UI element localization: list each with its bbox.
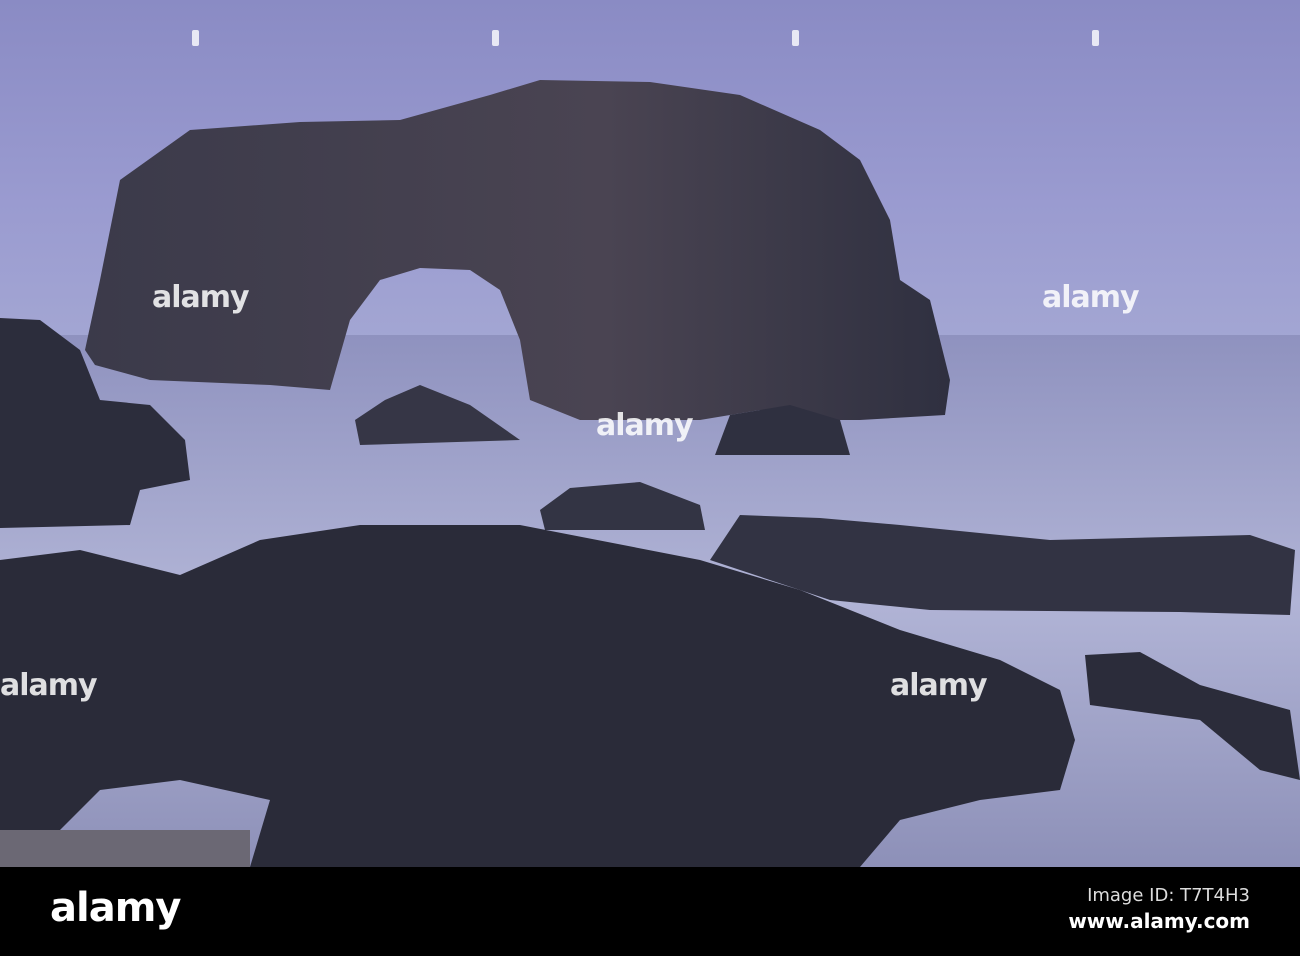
watermark-logo: alamy bbox=[0, 668, 98, 703]
footer-bar: alamy Image ID: T7T4H3 www.alamy.com bbox=[0, 867, 1300, 956]
watermark-logo: alamy bbox=[152, 280, 250, 315]
watermark-dot bbox=[792, 30, 799, 46]
watermark-logo: alamy bbox=[890, 668, 988, 703]
watermark-dot bbox=[492, 30, 499, 46]
watermark-logo: alamy bbox=[1042, 280, 1140, 315]
watermark-dot bbox=[1092, 30, 1099, 46]
watermark-dot bbox=[192, 30, 199, 46]
watermark-logo: alamy bbox=[596, 408, 694, 443]
alamy-logo: alamy bbox=[50, 885, 181, 931]
stock-photo: alamy alamy alamy alamy alamy alamy Imag… bbox=[0, 0, 1300, 956]
beach bbox=[0, 830, 250, 867]
site-url: www.alamy.com bbox=[1068, 909, 1250, 933]
image-id: Image ID: T7T4H3 bbox=[1087, 885, 1250, 906]
